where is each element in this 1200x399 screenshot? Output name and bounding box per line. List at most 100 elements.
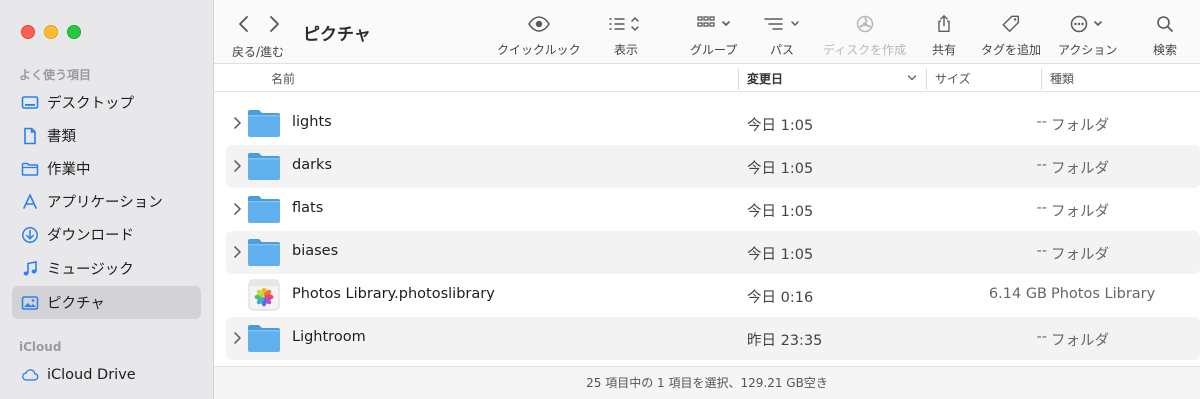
sidebar-favorites-header: よく使う項目: [19, 68, 92, 82]
column-kind[interactable]: 種類: [1050, 70, 1074, 87]
file-row-lightroom[interactable]: Lightroom 昨日 23:35 -- フォルダ: [226, 317, 1200, 360]
file-row-lights[interactable]: lights 今日 1:05 -- フォルダ: [226, 102, 1200, 145]
sidebar-item-working[interactable]: 作業中: [12, 152, 201, 185]
sidebar-item-label: ダウンロード: [47, 228, 134, 244]
file-row-biases[interactable]: biases 今日 1:05 -- フォルダ: [226, 231, 1200, 274]
column-header: 名前 変更日 サイズ 種類: [214, 64, 1200, 92]
disclosure-chevron-icon[interactable]: [232, 330, 242, 346]
document-icon: [21, 127, 39, 145]
file-kind: フォルダ: [1051, 204, 1109, 220]
sidebar-item-documents[interactable]: 書類: [12, 119, 201, 152]
file-date: 昨日 23:35: [747, 333, 823, 349]
tag-icon: [1000, 12, 1022, 36]
file-row-photos-library[interactable]: Photos Library.photoslibrary 今日 0:16 6.1…: [226, 274, 1200, 317]
file-name: biases: [292, 243, 339, 259]
zoom-window-button[interactable]: [67, 25, 81, 39]
group-label: グループ: [690, 43, 738, 57]
sidebar-item-downloads[interactable]: ダウンロード: [12, 218, 201, 251]
file-kind: フォルダ: [1051, 161, 1109, 177]
disclosure-chevron-icon[interactable]: [232, 201, 242, 217]
add-tag-button[interactable]: タグを追加: [981, 12, 1041, 58]
group-icon: [695, 12, 733, 36]
quicklook-button[interactable]: クイックルック: [497, 12, 581, 58]
cloud-icon: [21, 366, 39, 384]
photos-library-icon: [247, 279, 281, 311]
column-divider[interactable]: [1041, 68, 1042, 90]
sidebar-item-music[interactable]: ミュージック: [12, 252, 201, 285]
nav-label: 戻る/進む: [232, 45, 285, 59]
file-size: 6.14 GB: [988, 286, 1047, 302]
column-size[interactable]: サイズ: [935, 70, 971, 87]
sidebar-item-applications[interactable]: アプリケーション: [12, 185, 201, 218]
nav-arrows: [236, 14, 282, 38]
file-size: --: [1036, 243, 1047, 259]
applications-icon: [21, 193, 39, 211]
disclosure-chevron-icon[interactable]: [232, 115, 242, 131]
file-name: Photos Library.photoslibrary: [292, 286, 495, 302]
share-label: 共有: [932, 43, 957, 57]
file-list: lights 今日 1:05 -- フォルダ darks 今日 1:05 -- …: [226, 102, 1200, 360]
sidebar-item-label: ピクチャ: [47, 296, 105, 312]
file-row-flats[interactable]: flats 今日 1:05 -- フォルダ: [226, 188, 1200, 231]
file-kind: フォルダ: [1051, 118, 1109, 134]
group-button[interactable]: グループ: [690, 12, 737, 58]
toolbar: 戻る/進む ピクチャ クイックルック 表示 グループ パス ディスクを作成 共有…: [214, 0, 1200, 64]
disclosure-chevron-icon[interactable]: [232, 244, 242, 260]
file-date: 今日 1:05: [747, 247, 814, 263]
pictures-icon: [21, 294, 39, 312]
path-icon: [762, 12, 802, 36]
main-pane: 戻る/進む ピクチャ クイックルック 表示 グループ パス ディスクを作成 共有…: [214, 0, 1200, 399]
add-tag-label: タグを追加: [981, 43, 1042, 57]
eye-icon: [527, 12, 551, 36]
sidebar: よく使う項目 デスクトップ 書類 作業中 アプリケーション ダウンロード ミュー…: [0, 0, 214, 399]
column-divider[interactable]: [926, 68, 927, 90]
column-modified[interactable]: 変更日: [747, 70, 783, 87]
sidebar-item-pictures[interactable]: ピクチャ: [12, 286, 201, 319]
share-button[interactable]: 共有: [932, 12, 956, 58]
disclosure-chevron-icon[interactable]: [232, 158, 242, 174]
burn-icon: [855, 12, 875, 36]
sidebar-item-label: ミュージック: [47, 262, 134, 278]
search-label: 検索: [1153, 43, 1178, 57]
column-name[interactable]: 名前: [271, 70, 295, 87]
file-name: Lightroom: [292, 329, 366, 345]
file-size: --: [1036, 200, 1047, 216]
close-window-button[interactable]: [21, 25, 35, 39]
back-icon[interactable]: [236, 14, 252, 38]
sidebar-item-label: 書類: [47, 129, 76, 145]
music-icon: [21, 260, 39, 278]
sidebar-item-label: iCloud Drive: [47, 366, 136, 383]
view-button[interactable]: 表示: [608, 12, 644, 58]
search-icon: [1155, 12, 1175, 36]
file-name: darks: [292, 157, 333, 173]
file-kind: フォルダ: [1051, 247, 1109, 263]
window-controls: [21, 25, 81, 39]
chevron-down-icon: [907, 72, 917, 86]
file-kind: フォルダ: [1051, 333, 1109, 349]
path-button[interactable]: パス: [762, 12, 802, 58]
action-menu-icon: [1069, 12, 1107, 36]
sidebar-icloud-header: iCloud: [19, 340, 62, 354]
file-size: --: [1036, 114, 1047, 130]
action-label: アクション: [1058, 43, 1118, 57]
file-date: 今日 0:16: [747, 290, 814, 306]
file-kind: Photos Library: [1051, 286, 1156, 302]
action-button[interactable]: アクション: [1058, 12, 1117, 58]
file-row-darks[interactable]: darks 今日 1:05 -- フォルダ: [226, 145, 1200, 188]
minimize-window-button[interactable]: [44, 25, 58, 39]
download-icon: [21, 226, 39, 244]
burn-disc-button[interactable]: ディスクを作成: [823, 12, 906, 58]
file-name: flats: [292, 200, 324, 216]
file-name: lights: [292, 114, 332, 130]
file-size: --: [1036, 157, 1047, 173]
file-size: --: [1036, 329, 1047, 345]
file-date: 今日 1:05: [747, 118, 814, 134]
folder-icon: [21, 160, 39, 178]
column-divider[interactable]: [738, 68, 739, 90]
search-button[interactable]: 検索: [1153, 12, 1177, 58]
view-label: 表示: [613, 43, 638, 57]
forward-icon[interactable]: [266, 14, 282, 38]
sidebar-item-icloud-drive[interactable]: iCloud Drive: [12, 358, 201, 391]
sidebar-item-label: デスクトップ: [47, 96, 134, 112]
sidebar-item-desktop[interactable]: デスクトップ: [12, 86, 201, 119]
